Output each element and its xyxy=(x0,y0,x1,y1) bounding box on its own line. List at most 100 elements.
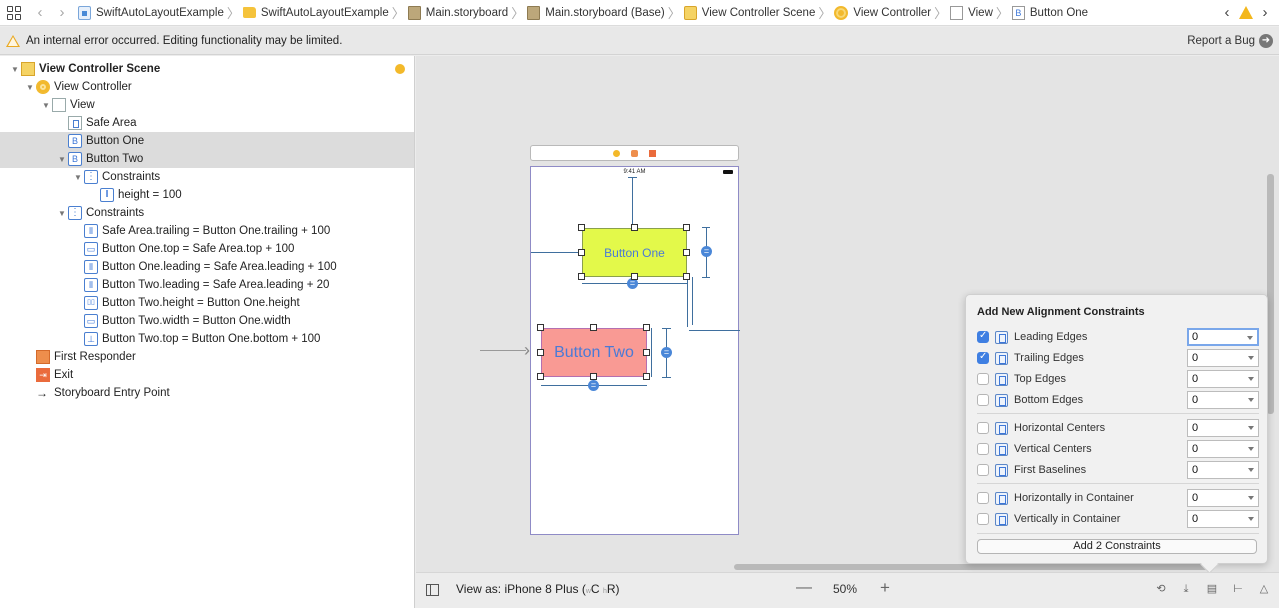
related-items-grid-icon[interactable] xyxy=(7,5,21,20)
resolve-issues-icon[interactable]: △ xyxy=(1257,582,1271,596)
dropdown-arrow-icon[interactable] xyxy=(1248,356,1254,360)
dropdown-arrow-icon[interactable] xyxy=(1248,517,1254,521)
outline-item[interactable]: Safe Area xyxy=(0,114,414,132)
view-controller-dock-icon[interactable] xyxy=(613,150,620,157)
previous-issue-icon[interactable]: ‹ xyxy=(1221,4,1233,21)
horizontal-scrollbar[interactable] xyxy=(734,564,1214,570)
equal-height-badge[interactable]: = xyxy=(701,246,712,257)
dropdown-arrow-icon[interactable] xyxy=(1248,496,1254,500)
checkbox[interactable] xyxy=(977,330,989,343)
outline-item[interactable]: ▼ View Controller xyxy=(0,78,414,96)
button-two-resize-handle[interactable] xyxy=(537,324,544,331)
view-as-device-button[interactable]: View as: iPhone 8 Plus (wC hR) xyxy=(456,582,620,596)
outline-item[interactable]: Button Two.height = Button One.height xyxy=(0,294,414,312)
offset-combo-box[interactable]: 0 xyxy=(1187,328,1259,346)
chevron-right-icon[interactable]: › xyxy=(51,4,73,21)
outline-item[interactable]: height = 100 xyxy=(0,186,414,204)
offset-combo-box[interactable]: 0 xyxy=(1187,510,1259,528)
report-bug-button[interactable]: Report a Bug ➜ xyxy=(1187,34,1273,48)
offset-combo-box[interactable]: 0 xyxy=(1187,370,1259,388)
button-one-resize-handle[interactable] xyxy=(578,273,585,280)
leading-constraint-line[interactable] xyxy=(531,252,582,253)
disclosure-triangle-icon[interactable]: ▼ xyxy=(56,209,68,218)
disclosure-triangle-icon[interactable]: ▼ xyxy=(24,83,36,92)
align-icon[interactable]: ▤ xyxy=(1205,582,1219,596)
outline-item[interactable]: ▼ Button Two xyxy=(0,150,414,168)
button-one-resize-handle[interactable] xyxy=(578,224,585,231)
trailing-constraint-line[interactable] xyxy=(687,277,688,327)
button-one-resize-handle[interactable] xyxy=(630,224,638,231)
breadcrumb-item[interactable]: View 〉 xyxy=(947,3,1009,22)
button-one[interactable]: Button One xyxy=(582,228,687,277)
button-two[interactable]: Button Two xyxy=(541,328,647,377)
breadcrumb-item[interactable]: Main.storyboard 〉 xyxy=(405,3,524,22)
dropdown-arrow-icon[interactable] xyxy=(1248,377,1254,381)
button-one-resize-handle[interactable] xyxy=(578,248,585,256)
disclosure-triangle-icon[interactable]: ▼ xyxy=(72,173,84,182)
chevron-left-icon[interactable]: ‹ xyxy=(29,4,51,21)
outline-item[interactable]: → Storyboard Entry Point xyxy=(0,384,414,402)
checkbox[interactable] xyxy=(977,443,989,455)
iphone-view[interactable]: 9:41 AM = = = = Button One Button Two xyxy=(530,166,740,535)
button-two-resize-handle[interactable] xyxy=(537,373,544,380)
offset-combo-box[interactable]: 0 xyxy=(1187,440,1259,458)
breadcrumb-item[interactable]: View Controller 〉 xyxy=(831,3,947,22)
dropdown-arrow-icon[interactable] xyxy=(1248,426,1254,430)
button-one-resize-handle[interactable] xyxy=(683,224,690,231)
warning-icon[interactable] xyxy=(1239,6,1253,19)
first-responder-dock-icon[interactable] xyxy=(631,150,638,157)
update-frames-icon[interactable]: ⟲ xyxy=(1154,582,1168,596)
checkbox[interactable] xyxy=(977,513,989,525)
offset-combo-box[interactable]: 0 xyxy=(1187,461,1259,479)
breadcrumb-item[interactable]: SwiftAutoLayoutExample 〉 xyxy=(75,3,240,22)
zoom-in-button[interactable]: + xyxy=(880,578,890,598)
outline-item[interactable]: Button One.leading = Safe Area.leading +… xyxy=(0,258,414,276)
outline-item[interactable]: Safe Area.trailing = Button One.trailing… xyxy=(0,222,414,240)
outline-item[interactable]: Button Two.leading = Safe Area.leading +… xyxy=(0,276,414,294)
embed-in-icon[interactable]: ⤓ xyxy=(1179,582,1193,596)
next-issue-icon[interactable]: › xyxy=(1259,4,1271,21)
outline-item[interactable]: Button One xyxy=(0,132,414,150)
checkbox[interactable] xyxy=(977,373,989,385)
outline-item[interactable]: Button Two.top = Button One.bottom + 100 xyxy=(0,330,414,348)
button-one-resize-handle[interactable] xyxy=(683,273,690,280)
button-two-height-line[interactable] xyxy=(651,328,652,377)
button-one-resize-handle[interactable] xyxy=(683,248,690,256)
checkbox[interactable] xyxy=(977,394,989,406)
offset-combo-box[interactable]: 0 xyxy=(1187,419,1259,437)
checkbox[interactable] xyxy=(977,492,989,504)
zoom-out-button[interactable]: — xyxy=(796,579,812,597)
vertical-scrollbar[interactable] xyxy=(1267,174,1274,414)
exit-dock-icon[interactable] xyxy=(649,150,656,157)
breadcrumb-item[interactable]: B Button One xyxy=(1009,5,1088,20)
trailing-safe-area-line[interactable] xyxy=(689,330,740,331)
add-constraints-icon[interactable]: ⊢ xyxy=(1231,582,1245,596)
outline-item[interactable]: First Responder xyxy=(0,348,414,366)
disclosure-triangle-icon[interactable]: ▼ xyxy=(56,155,68,164)
offset-combo-box[interactable]: 0 xyxy=(1187,349,1259,367)
scene-status-icon[interactable] xyxy=(395,64,405,74)
outline-item[interactable]: Button One.top = Safe Area.top + 100 xyxy=(0,240,414,258)
button-two-resize-handle[interactable] xyxy=(643,348,650,356)
dropdown-arrow-icon[interactable] xyxy=(1247,336,1253,340)
checkbox[interactable] xyxy=(977,464,989,476)
storyboard-entry-arrow[interactable] xyxy=(480,340,530,361)
outline-item[interactable]: ▼ View xyxy=(0,96,414,114)
outline-item[interactable]: ▼ Constraints xyxy=(0,204,414,222)
outline-item[interactable]: ▼ View Controller Scene xyxy=(0,60,414,78)
breadcrumb-item[interactable]: SwiftAutoLayoutExample 〉 xyxy=(240,3,405,22)
disclosure-triangle-icon[interactable]: ▼ xyxy=(40,101,52,110)
button-two-resize-handle[interactable] xyxy=(643,324,650,331)
outline-item[interactable]: Exit xyxy=(0,366,414,384)
button-two-resize-handle[interactable] xyxy=(537,348,544,356)
checkbox[interactable] xyxy=(977,351,989,364)
dropdown-arrow-icon[interactable] xyxy=(1248,468,1254,472)
offset-combo-box[interactable]: 0 xyxy=(1187,489,1259,507)
checkbox[interactable] xyxy=(977,422,989,434)
button-two-resize-handle[interactable] xyxy=(590,324,597,331)
disclosure-triangle-icon[interactable]: ▼ xyxy=(9,65,21,74)
outline-item[interactable]: ▼ Constraints xyxy=(0,168,414,186)
button-two-resize-handle[interactable] xyxy=(643,373,650,380)
top-constraint-line[interactable] xyxy=(632,177,633,228)
equal-height-badge-two[interactable]: = xyxy=(661,347,672,358)
